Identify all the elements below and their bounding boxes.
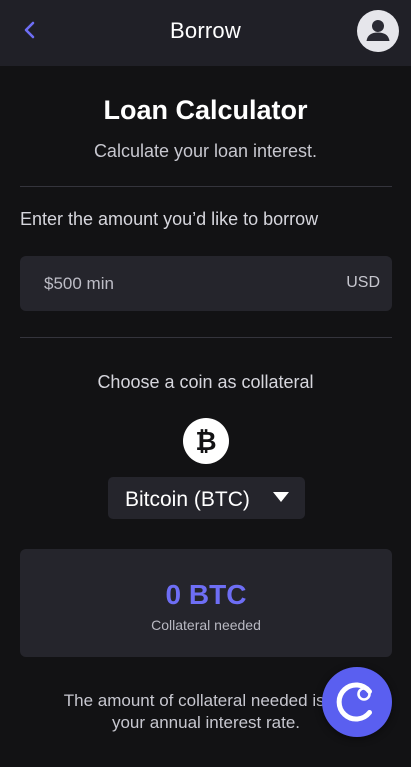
bitcoin-icon: ₿ bbox=[183, 418, 229, 464]
borrow-amount-label: Enter the amount you’d like to borrow bbox=[20, 209, 319, 229]
celsius-logo-icon bbox=[336, 682, 372, 722]
collateral-coin-dropdown[interactable]: Bitcoin (BTC) bbox=[108, 477, 305, 519]
collateral-label: Choose a coin as collateral bbox=[97, 372, 314, 392]
divider bbox=[20, 186, 392, 187]
collateral-result-card: 0 BTC Collateral needed bbox=[20, 549, 392, 657]
calculator-title: Loan Calculator bbox=[103, 95, 308, 125]
currency-label: USD bbox=[346, 274, 380, 291]
svg-text:₿: ₿ bbox=[195, 427, 216, 457]
calculator-subtitle: Calculate your loan interest. bbox=[93, 141, 318, 161]
page-title: Borrow bbox=[170, 18, 241, 43]
profile-avatar-button[interactable] bbox=[357, 10, 399, 52]
borrow-amount-field[interactable]: USD bbox=[20, 256, 392, 311]
divider bbox=[20, 337, 392, 338]
user-avatar-icon bbox=[366, 20, 390, 41]
collateral-needed-caption: Collateral needed bbox=[151, 617, 261, 633]
celsius-assistant-button[interactable] bbox=[322, 667, 392, 737]
borrow-amount-input[interactable] bbox=[44, 256, 314, 311]
app-header: Borrow bbox=[0, 0, 411, 66]
caret-down-icon bbox=[273, 492, 289, 502]
selected-coin: Bitcoin (BTC) bbox=[125, 488, 250, 511]
collateral-needed-value: 0 BTC bbox=[165, 579, 247, 610]
